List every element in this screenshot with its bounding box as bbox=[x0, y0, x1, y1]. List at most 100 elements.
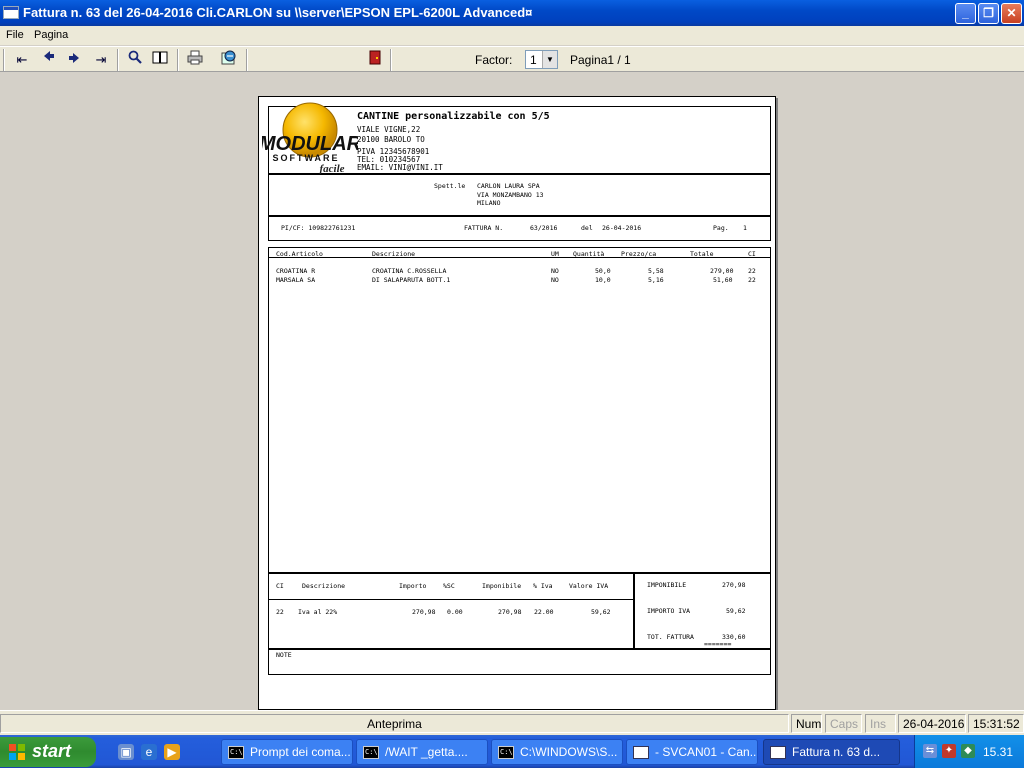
status-bar: Anteprima Num Caps Ins 26-04-2016 15:31:… bbox=[0, 710, 1024, 735]
notes-label: NOTE bbox=[276, 651, 292, 659]
two-pages-icon[interactable] bbox=[149, 50, 171, 70]
factor-select[interactable]: 1 ▼ bbox=[525, 50, 558, 69]
chevron-down-icon[interactable]: ▼ bbox=[542, 51, 557, 68]
col-header-um: UM bbox=[551, 250, 559, 258]
col-header-price: Prezzo/ca bbox=[621, 250, 657, 258]
security-icon[interactable]: ✦ bbox=[942, 744, 956, 758]
first-page-icon[interactable]: ⇤ bbox=[11, 50, 33, 70]
quicklaunch-ie-icon[interactable]: e bbox=[141, 744, 157, 760]
vat-row-description: Iva al 22% bbox=[298, 608, 338, 616]
row-2-description: DI SALAPARUTA BOTT.1 bbox=[372, 276, 451, 284]
start-label: start bbox=[32, 741, 72, 761]
tray-clock[interactable]: 15.31 bbox=[983, 745, 1013, 759]
console-icon: C:\ bbox=[498, 746, 514, 759]
menu-bar: File Pagina bbox=[0, 26, 1024, 45]
row-1-quantity: 50,0 bbox=[595, 267, 611, 275]
close-button[interactable]: ✕ bbox=[1001, 3, 1022, 24]
task-label: /WAIT _getta.... bbox=[385, 745, 468, 759]
windows-flag-icon bbox=[8, 743, 26, 761]
vat-header-amount: Importo bbox=[399, 582, 427, 590]
task-svcan01[interactable]: - SVCAN01 - Can... bbox=[626, 739, 758, 765]
document-date-label: del bbox=[581, 224, 593, 232]
detail-table bbox=[268, 247, 771, 573]
notes-box bbox=[268, 649, 771, 675]
customer-city: MILANO bbox=[477, 199, 501, 207]
company-name: CANTINE personalizzabile con 5/5 bbox=[357, 111, 550, 122]
iva-label: IMPORTO IVA bbox=[647, 607, 691, 615]
window-title-bar[interactable]: Fattura n. 63 del 26-04-2016 Cli.CARLON … bbox=[0, 0, 1024, 26]
menu-pagina[interactable]: Pagina bbox=[34, 29, 68, 41]
company-email: EMAIL: VINI@VINI.IT bbox=[357, 163, 443, 172]
vat-header-value: Valore IVA bbox=[569, 582, 609, 590]
row-2-code: MARSALA SA bbox=[276, 276, 316, 284]
row-1-total: 279,00 bbox=[710, 267, 734, 275]
vat-row-rate: 22.00 bbox=[534, 608, 554, 616]
status-num: Num bbox=[791, 714, 822, 733]
vat-header-discount: %SC bbox=[443, 582, 455, 590]
customer-label: Spett.le bbox=[434, 182, 466, 190]
invoice-page: MODULAR SOFTWARE facile CANTINE personal… bbox=[258, 96, 776, 710]
app-window-icon[interactable] bbox=[3, 6, 19, 19]
toolbar-grip bbox=[3, 49, 5, 71]
prev-page-icon[interactable] bbox=[38, 50, 60, 70]
exit-door-icon[interactable] bbox=[364, 50, 386, 70]
zoom-icon[interactable] bbox=[124, 50, 146, 70]
task-wait[interactable]: C:\ /WAIT _getta.... bbox=[356, 739, 488, 765]
vat-row-ci: 22 bbox=[276, 608, 284, 616]
last-page-icon[interactable]: ⇥ bbox=[90, 50, 112, 70]
print-icon[interactable] bbox=[184, 50, 206, 70]
next-page-icon[interactable] bbox=[63, 50, 85, 70]
row-2-total: 51,60 bbox=[713, 276, 733, 284]
quicklaunch-desktop-icon[interactable]: ▣ bbox=[118, 744, 134, 760]
tray-app-icon[interactable]: ◆ bbox=[961, 744, 975, 758]
quicklaunch-mediaplayer-icon[interactable]: ▶ bbox=[164, 744, 180, 760]
row-2-um: NO bbox=[551, 276, 559, 284]
company-city: 20100 BAROLO TO bbox=[357, 135, 425, 144]
logo-text-software: SOFTWARE bbox=[273, 153, 340, 163]
status-preview: Anteprima bbox=[0, 714, 789, 733]
status-time: 15:31:52 bbox=[968, 714, 1024, 733]
console-icon: C:\ bbox=[363, 746, 379, 759]
print-preview-area[interactable]: MODULAR SOFTWARE facile CANTINE personal… bbox=[0, 72, 1024, 710]
row-1-code: CROATINA R bbox=[276, 267, 316, 275]
customer-street: VIA MONZAMBANO 13 bbox=[477, 191, 544, 199]
customer-vat: PI/CF: 109822761231 bbox=[281, 224, 356, 232]
toolbar-separator bbox=[390, 49, 392, 71]
imponibile-value: 270,98 bbox=[722, 581, 746, 589]
vat-row-amount: 270,98 bbox=[412, 608, 436, 616]
menu-file[interactable]: File bbox=[6, 29, 24, 41]
vat-header-ci: CI bbox=[276, 582, 284, 590]
task-prompt[interactable]: C:\ Prompt dei coma... bbox=[221, 739, 353, 765]
start-button[interactable]: start bbox=[0, 737, 96, 767]
page-indicator: Pagina1 / 1 bbox=[570, 53, 631, 67]
col-header-description: Descrizione bbox=[372, 250, 416, 258]
status-caps: Caps bbox=[825, 714, 862, 733]
factor-value: 1 bbox=[530, 53, 537, 67]
toolbar-separator bbox=[117, 49, 119, 71]
minimize-button[interactable]: _ bbox=[955, 3, 976, 24]
document-number: 63/2016 bbox=[530, 224, 558, 232]
task-windows[interactable]: C:\ C:\WINDOWS\S... bbox=[491, 739, 623, 765]
col-header-ci: CI bbox=[748, 250, 756, 258]
toolbar: ⇤ ⇥ Factor: 1 ▼ Pagina1 / 1 bbox=[0, 46, 1024, 72]
export-icon[interactable] bbox=[218, 50, 240, 70]
vat-row-value: 59,62 bbox=[591, 608, 611, 616]
vat-header-description: Descrizione bbox=[302, 582, 346, 590]
vat-header-rate: % Iva bbox=[533, 582, 553, 590]
task-label: Prompt dei coma... bbox=[250, 745, 351, 759]
taskbar: start ▣ e ▶ C:\ Prompt dei coma... C:\ /… bbox=[0, 735, 1024, 768]
maximize-button[interactable]: ❐ bbox=[978, 3, 999, 24]
task-label: - SVCAN01 - Can... bbox=[655, 745, 758, 759]
row-1-description: CROATINA C.ROSSELLA bbox=[372, 267, 447, 275]
task-fattura[interactable]: Fattura n. 63 d... bbox=[763, 739, 900, 765]
network-icon[interactable]: ⇆ bbox=[923, 744, 937, 758]
window-icon bbox=[633, 746, 649, 759]
row-2-quantity: 10,0 bbox=[595, 276, 611, 284]
task-label: C:\WINDOWS\S... bbox=[520, 745, 618, 759]
task-label: Fattura n. 63 d... bbox=[792, 745, 881, 759]
col-header-quantity: Quantità bbox=[573, 250, 605, 258]
vat-header-taxable: Imponibile bbox=[482, 582, 522, 590]
imponibile-label: IMPONIBILE bbox=[647, 581, 687, 589]
console-icon: C:\ bbox=[228, 746, 244, 759]
status-ins: Ins bbox=[865, 714, 896, 733]
